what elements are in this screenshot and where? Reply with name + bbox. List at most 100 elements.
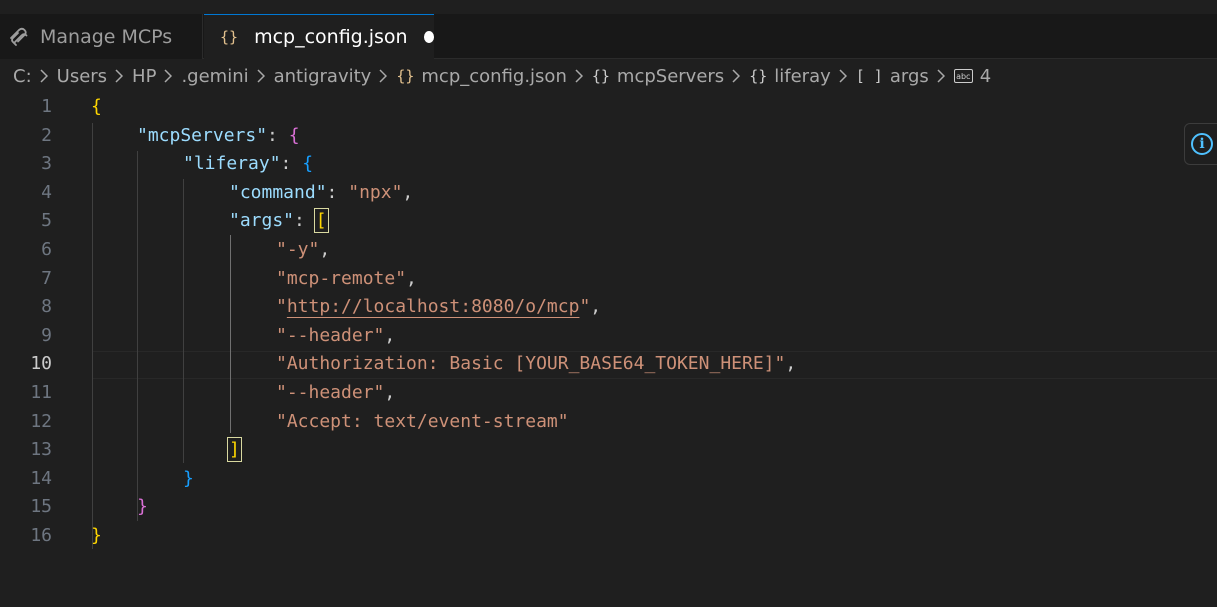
colon-token: : (294, 210, 316, 232)
brace-token: { (302, 153, 314, 175)
code-line: "-y", (276, 236, 330, 265)
breadcrumb-args[interactable]: args (890, 66, 929, 87)
line-number: 1 (41, 96, 52, 117)
indent-guide-active (230, 235, 231, 433)
code-line: } (183, 465, 194, 494)
breadcrumb-gemini[interactable]: .gemini (181, 66, 248, 87)
line-number: 2 (41, 124, 52, 146)
breadcrumb: C: Users HP .gemini antigravity {} mcp_c… (0, 59, 1217, 93)
code-line: "Accept: text/event-stream" (276, 408, 569, 437)
line-number: 15 (30, 496, 52, 518)
json-string: "Accept: text/event-stream" (276, 410, 569, 432)
breadcrumb-drive[interactable]: C: (13, 66, 32, 87)
breadcrumb-hp[interactable]: HP (132, 66, 156, 87)
tab-mcp-config-json[interactable]: {} mcp_config.json (204, 14, 434, 59)
code-line: "command": "npx", (229, 179, 413, 208)
tab-label: Manage MCPs (40, 25, 173, 48)
comma-token: , (384, 324, 396, 346)
chevron-right-icon (115, 69, 124, 83)
line-number: 12 (30, 410, 52, 432)
json-key: "liferay" (183, 153, 281, 175)
line-number: 9 (41, 324, 52, 346)
line-number: 16 (30, 525, 52, 546)
colon-token: : (267, 124, 289, 146)
line-number: 4 (41, 181, 52, 203)
brace-token: } (183, 467, 194, 489)
chevron-right-icon (732, 69, 741, 83)
json-braces-icon: {} (220, 28, 239, 46)
code-line: ] (227, 436, 242, 465)
code-line: "mcp-remote", (276, 265, 417, 294)
title-strip (0, 0, 1217, 14)
json-string: "mcp-remote" (276, 267, 407, 289)
chevron-right-icon (937, 69, 945, 83)
url-link[interactable]: http://localhost:8080/o/mcp (287, 296, 580, 317)
json-key: "command" (229, 181, 327, 203)
chevron-right-icon (257, 69, 265, 83)
indent-guide (183, 179, 184, 463)
tab-manage-mcps[interactable]: Manage MCPs (0, 14, 203, 59)
line-number: 3 (41, 153, 52, 175)
quote-token: " (579, 296, 591, 318)
chevron-right-icon (575, 69, 583, 83)
json-braces-icon: {} (396, 67, 415, 85)
brace-token: { (288, 124, 300, 146)
breadcrumb-liferay[interactable]: liferay (774, 66, 831, 87)
json-key: "args" (229, 210, 295, 232)
breadcrumb-file[interactable]: mcp_config.json (421, 66, 566, 87)
brace-token: } (137, 496, 148, 518)
tab-label: mcp_config.json (254, 26, 408, 48)
object-braces-icon: {} (749, 67, 768, 85)
line-number: 6 (41, 239, 52, 260)
breadcrumb-index[interactable]: 4 (980, 66, 991, 87)
line-number-active: 10 (30, 353, 52, 375)
comma-token: , (590, 296, 602, 318)
brace-token: } (91, 525, 102, 546)
bracket-token-matched: [ (313, 208, 329, 234)
json-string: "Authorization: Basic [YOUR_BASE64_TOKEN… (276, 353, 786, 375)
chevron-right-icon (379, 69, 388, 83)
breadcrumb-users[interactable]: Users (57, 66, 107, 87)
code-line-active: "Authorization: Basic [YOUR_BASE64_TOKEN… (276, 350, 796, 379)
line-number: 7 (41, 267, 52, 289)
indent-guide (92, 123, 93, 549)
json-string: "-y" (276, 239, 320, 260)
code-line: { (91, 93, 102, 122)
json-key: "mcpServers" (137, 124, 268, 146)
info-button[interactable]: i (1184, 123, 1217, 165)
code-line: "--header", (276, 379, 395, 408)
json-string: "--header" (276, 324, 385, 346)
chevron-right-icon (40, 69, 48, 83)
line-number: 8 (41, 296, 52, 318)
mcp-icon (8, 26, 30, 48)
array-brackets-icon: [ ] (855, 67, 883, 85)
json-string: "--header" (276, 382, 385, 403)
chevron-right-icon (164, 69, 173, 83)
code-line: "--header", (276, 322, 395, 351)
breadcrumb-antigravity[interactable]: antigravity (274, 66, 372, 87)
code-line: "args": [ (229, 207, 329, 236)
code-line: } (137, 493, 148, 522)
comma-token: , (319, 239, 331, 260)
comma-token: , (384, 382, 396, 403)
line-number: 5 (41, 210, 52, 232)
line-number: 11 (30, 382, 52, 403)
json-string: "npx" (348, 181, 403, 203)
code-line: "mcpServers": { (137, 122, 300, 151)
unsaved-changes-dot[interactable] (423, 31, 434, 43)
colon-token: : (280, 153, 303, 175)
info-icon: i (1191, 133, 1213, 155)
line-number: 14 (30, 467, 52, 489)
line-number: 13 (30, 439, 52, 461)
brace-token: { (91, 96, 102, 117)
chevron-right-icon (839, 69, 847, 83)
indent-guide (137, 151, 138, 521)
tab-bar: Manage MCPs {} mcp_config.json (0, 14, 1217, 59)
code-editor[interactable]: 1 2 3 4 5 6 7 8 9 10 11 12 13 14 15 16 {… (0, 93, 1217, 607)
comma-token: , (785, 353, 797, 375)
string-type-icon: abc (953, 69, 973, 83)
comma-token: , (402, 181, 414, 203)
comma-token: , (406, 267, 417, 289)
breadcrumb-mcpservers[interactable]: mcpServers (617, 66, 724, 87)
colon-token: : (326, 181, 349, 203)
